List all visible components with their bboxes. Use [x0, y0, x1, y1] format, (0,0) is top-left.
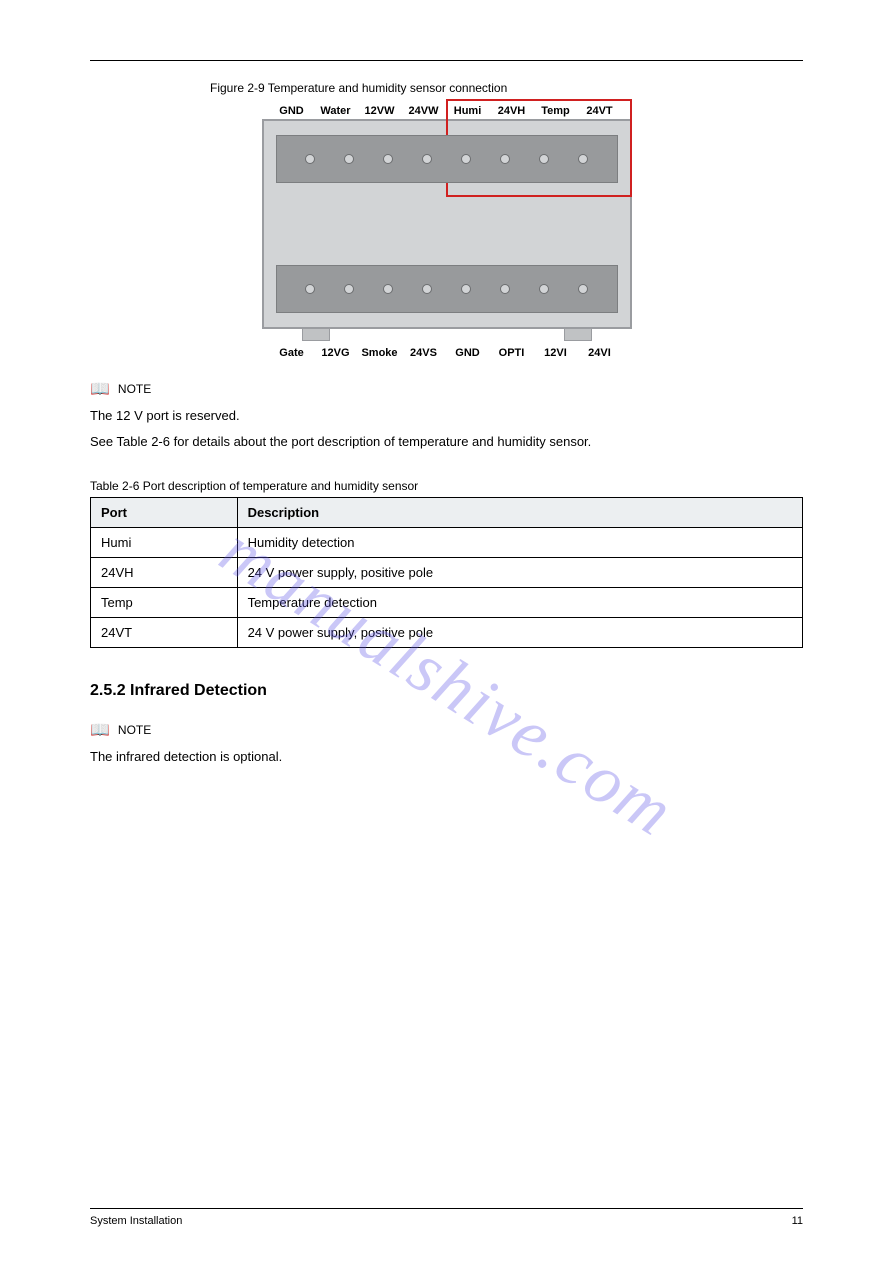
foot-left — [302, 329, 330, 341]
book-icon: 📖 — [90, 720, 110, 740]
pin-label: Water — [314, 105, 358, 117]
connector-feet — [262, 329, 632, 341]
pin-circle — [461, 154, 471, 164]
table-cell: 24 V power supply, positive pole — [237, 618, 802, 648]
pin-label: 24VS — [402, 347, 446, 359]
pin-circle — [305, 154, 315, 164]
footer-page-number: 11 — [792, 1215, 803, 1227]
pin-circle — [461, 284, 471, 294]
pin-circle — [500, 154, 510, 164]
table-header-row: Port Description — [91, 498, 803, 528]
pin-label: 12VG — [314, 347, 358, 359]
table-cell: Temp — [91, 588, 238, 618]
pin-circle — [305, 284, 315, 294]
pin-row — [277, 154, 617, 164]
pin-label: 12VI — [534, 347, 578, 359]
pin-circle — [422, 284, 432, 294]
pin-circle — [539, 284, 549, 294]
pin-circle — [539, 154, 549, 164]
note-block: 📖 NOTE — [90, 720, 803, 740]
table-caption: Table 2-6 Port description of temperatur… — [90, 479, 803, 493]
table-cell: Temperature detection — [237, 588, 802, 618]
port-description-table: Port Description Humi Humidity detection… — [90, 497, 803, 648]
pin-label: Humi — [446, 105, 490, 117]
top-horizontal-rule — [90, 60, 803, 61]
footer-left: System Installation — [90, 1215, 182, 1227]
pin-label: Gate — [270, 347, 314, 359]
note-label: NOTE — [118, 382, 151, 396]
table-cell: Humi — [91, 528, 238, 558]
connector-diagram: GND Water 12VW 24VW Humi 24VH Temp 24VT — [262, 105, 632, 359]
table-header-cell: Port — [91, 498, 238, 528]
foot-right — [564, 329, 592, 341]
section-heading: 2.5.2 Infrared Detection — [90, 682, 803, 700]
table-cell: 24VH — [91, 558, 238, 588]
terminal-block-bottom — [276, 265, 618, 313]
paragraph-reference: See Table 2-6 for details about the port… — [90, 431, 803, 453]
pin-label: Temp — [534, 105, 578, 117]
pin-label: 24VH — [490, 105, 534, 117]
table-row: Humi Humidity detection — [91, 528, 803, 558]
note-block: 📖 NOTE — [90, 379, 803, 399]
connector-body — [262, 119, 632, 329]
pin-circle — [500, 284, 510, 294]
figure-caption: Figure 2-9 Temperature and humidity sens… — [90, 81, 803, 95]
pin-label: GND — [270, 105, 314, 117]
pin-label: GND — [446, 347, 490, 359]
pin-label: 24VW — [402, 105, 446, 117]
pin-label: Smoke — [358, 347, 402, 359]
book-icon: 📖 — [90, 379, 110, 399]
pin-circle — [344, 154, 354, 164]
pin-labels-bottom: Gate 12VG Smoke 24VS GND OPTI 12VI 24VI — [262, 347, 632, 359]
page-footer: System Installation 11 — [90, 1208, 803, 1227]
note-text: The 12 V port is reserved. — [90, 405, 803, 427]
note-label: NOTE — [118, 723, 151, 737]
table-cell: 24VT — [91, 618, 238, 648]
pin-label: 24VT — [578, 105, 622, 117]
table-header-cell: Description — [237, 498, 802, 528]
table-cell: 24 V power supply, positive pole — [237, 558, 802, 588]
table-row: 24VT 24 V power supply, positive pole — [91, 618, 803, 648]
pin-circle — [578, 154, 588, 164]
pin-circle — [578, 284, 588, 294]
table-cell: Humidity detection — [237, 528, 802, 558]
page-content: Figure 2-9 Temperature and humidity sens… — [0, 0, 893, 812]
pin-circle — [383, 284, 393, 294]
pin-row — [277, 284, 617, 294]
terminal-block-top — [276, 135, 618, 183]
pin-circle — [422, 154, 432, 164]
pin-label: 12VW — [358, 105, 402, 117]
note-text: The infrared detection is optional. — [90, 746, 803, 768]
table-row: Temp Temperature detection — [91, 588, 803, 618]
pin-circle — [344, 284, 354, 294]
pin-label: OPTI — [490, 347, 534, 359]
pin-labels-top: GND Water 12VW 24VW Humi 24VH Temp 24VT — [262, 105, 632, 117]
pin-circle — [383, 154, 393, 164]
table-row: 24VH 24 V power supply, positive pole — [91, 558, 803, 588]
pin-label: 24VI — [578, 347, 622, 359]
